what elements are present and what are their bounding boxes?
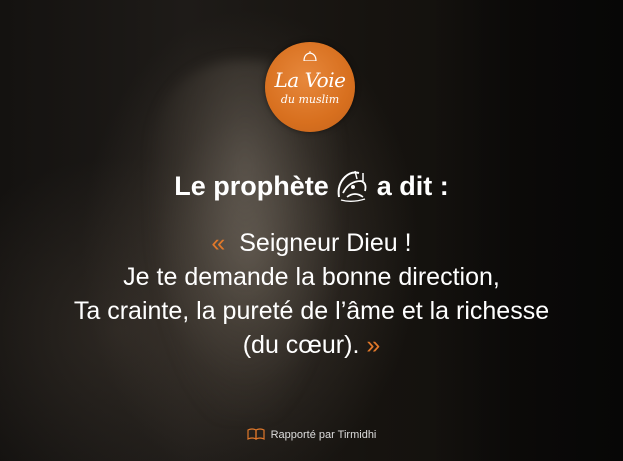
brand-logo: La Voie du muslim	[265, 42, 355, 132]
mosque-dome-icon	[303, 51, 317, 61]
logo-title: La Voie	[274, 68, 346, 92]
closing-guillemet: »	[366, 331, 381, 359]
quote-heading: Le prophète a dit :	[0, 168, 623, 206]
quote-line-2: Je te demande la bonne direction,	[123, 263, 500, 291]
quote-line-3: Ta crainte, la pureté de l’âme et la ric…	[73, 297, 550, 325]
quote-card: La Voie du muslim Le prophète a dit : « …	[0, 0, 623, 461]
arabic-calligraphy-seal-icon	[333, 167, 371, 203]
heading-after: a dit :	[376, 171, 449, 201]
source-text: Rapporté par Tirmidhi	[270, 429, 377, 441]
quote-line-1: « Seigneur Dieu !	[211, 229, 412, 257]
source-attribution: Rapporté par Tirmidhi	[0, 427, 623, 443]
logo-subtitle: du muslim	[280, 93, 340, 106]
quote-text: « Seigneur Dieu ! Je te demande la bonne…	[0, 226, 623, 362]
opening-guillemet: «	[211, 229, 226, 257]
quote-line-4: (du cœur). »	[242, 331, 381, 359]
open-book-icon	[247, 428, 265, 441]
heading-before: Le prophète	[174, 171, 329, 201]
